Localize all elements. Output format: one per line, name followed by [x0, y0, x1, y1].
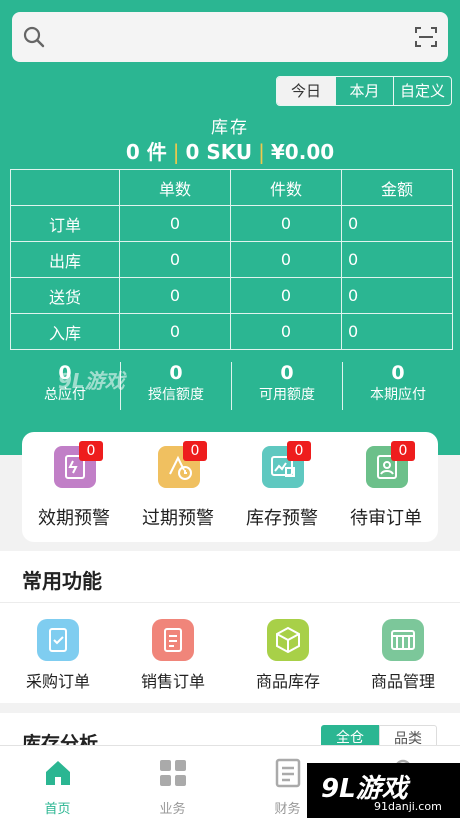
- tab-label: 业务: [159, 802, 186, 817]
- func-sales-order[interactable]: 销售订单: [118, 619, 228, 692]
- table-header-pieces: 件数: [230, 169, 342, 206]
- func-product-manage[interactable]: 商品管理: [348, 619, 458, 692]
- summary-sku: 0 SKU: [185, 140, 253, 164]
- search-bar[interactable]: [12, 12, 448, 62]
- stat-value: 0: [280, 362, 294, 384]
- warning-overdue[interactable]: 0 过期预警: [126, 432, 230, 542]
- stat-label: 本期应付: [370, 387, 426, 403]
- warning-badge: 0: [287, 441, 311, 461]
- stat-period-payable[interactable]: 0 本期应付: [342, 362, 453, 410]
- row-amount: 0: [341, 205, 453, 242]
- table-row[interactable]: 出库 0 0 0: [10, 241, 453, 278]
- stat-label: 可用额度: [259, 387, 315, 403]
- row-count: 0: [119, 313, 231, 350]
- search-icon[interactable]: [22, 25, 46, 49]
- table-header-count: 单数: [119, 169, 231, 206]
- warning-badge: 0: [79, 441, 103, 461]
- purchase-order-icon: [37, 619, 79, 661]
- warning-panel: 0 效期预警 0 过期预警 0 库存预警 0 待审订单: [22, 432, 438, 542]
- row-pieces: 0: [230, 313, 342, 350]
- row-label: 订单: [10, 205, 120, 242]
- warning-badge: 0: [183, 441, 207, 461]
- stat-label: 授信额度: [148, 387, 204, 403]
- row-pieces: 0: [230, 241, 342, 278]
- warning-label: 过期预警: [142, 508, 214, 529]
- tab-home[interactable]: 首页: [0, 746, 115, 818]
- summary-pieces: 0 件: [125, 140, 167, 164]
- table-header-row: 单数 件数 金额: [10, 169, 453, 206]
- tab-custom[interactable]: 自定义: [393, 77, 451, 105]
- watermark-logo-overlay: 9L游戏: [58, 369, 125, 393]
- finance-icon: [275, 758, 300, 788]
- func-product-stock[interactable]: 商品库存: [233, 619, 343, 692]
- table-row[interactable]: 订单 0 0 0: [10, 205, 453, 242]
- sales-order-icon: [152, 619, 194, 661]
- row-amount: 0: [341, 241, 453, 278]
- row-count: 0: [119, 241, 231, 278]
- tab-this-month[interactable]: 本月: [335, 77, 393, 105]
- table-header-amount: 金额: [341, 169, 453, 206]
- func-label: 商品库存: [255, 672, 320, 691]
- summary-separator: |: [172, 140, 180, 164]
- warning-expiry[interactable]: 0 效期预警: [22, 432, 126, 542]
- warning-label: 库存预警: [246, 508, 318, 529]
- warning-stock[interactable]: 0 库存预警: [230, 432, 334, 542]
- row-amount: 0: [341, 277, 453, 314]
- common-functions-card: 常用功能 采购订单 销售订单 商品库存 商品管理: [0, 551, 460, 703]
- row-label: 入库: [10, 313, 120, 350]
- row-label: 送货: [10, 277, 120, 314]
- row-label: 出库: [10, 241, 120, 278]
- stat-value: 0: [391, 362, 405, 384]
- stat-credit-limit[interactable]: 0 授信额度: [120, 362, 231, 410]
- inventory-table: 单数 件数 金额 订单 0 0 0 出库 0 0 0 送货 0 0 0 入库 0…: [10, 169, 453, 350]
- tab-today[interactable]: 今日: [277, 77, 335, 105]
- tab-business[interactable]: 业务: [115, 746, 230, 818]
- warning-badge: 0: [391, 441, 415, 461]
- warning-label: 待审订单: [350, 508, 422, 529]
- func-label: 商品管理: [370, 672, 435, 691]
- tab-label: 首页: [44, 802, 71, 817]
- func-purchase-order[interactable]: 采购订单: [3, 619, 113, 692]
- summary-line: 0 件 | 0 SKU | ¥0.00: [0, 136, 460, 165]
- warning-label: 效期预警: [38, 508, 110, 529]
- product-manage-icon: [382, 619, 424, 661]
- business-icon: [159, 760, 186, 786]
- warning-pending-order[interactable]: 0 待审订单: [334, 432, 438, 542]
- stat-value: 0: [169, 362, 183, 384]
- row-pieces: 0: [230, 205, 342, 242]
- watermark-badge: 9L游戏 91danji.com: [307, 763, 460, 818]
- date-range-tabs: 今日 本月 自定义: [276, 76, 452, 106]
- stat-available-limit[interactable]: 0 可用额度: [231, 362, 342, 410]
- product-stock-icon: [267, 619, 309, 661]
- summary-separator: |: [258, 140, 265, 164]
- row-pieces: 0: [230, 277, 342, 314]
- row-count: 0: [119, 205, 231, 242]
- func-label: 销售订单: [140, 672, 205, 691]
- divider: [0, 602, 460, 603]
- summary-title: 库存: [211, 118, 249, 138]
- scan-icon[interactable]: [414, 25, 438, 49]
- home-icon: [45, 761, 70, 785]
- row-count: 0: [119, 277, 231, 314]
- section-title: 常用功能: [22, 569, 102, 593]
- row-amount: 0: [341, 313, 453, 350]
- watermark-site: 91danji.com: [374, 800, 442, 813]
- func-label: 采购订单: [25, 672, 90, 691]
- table-row[interactable]: 入库 0 0 0: [10, 313, 453, 350]
- table-header-blank: [10, 169, 120, 206]
- table-row[interactable]: 送货 0 0 0: [10, 277, 453, 314]
- summary-amount: ¥0.00: [270, 140, 335, 164]
